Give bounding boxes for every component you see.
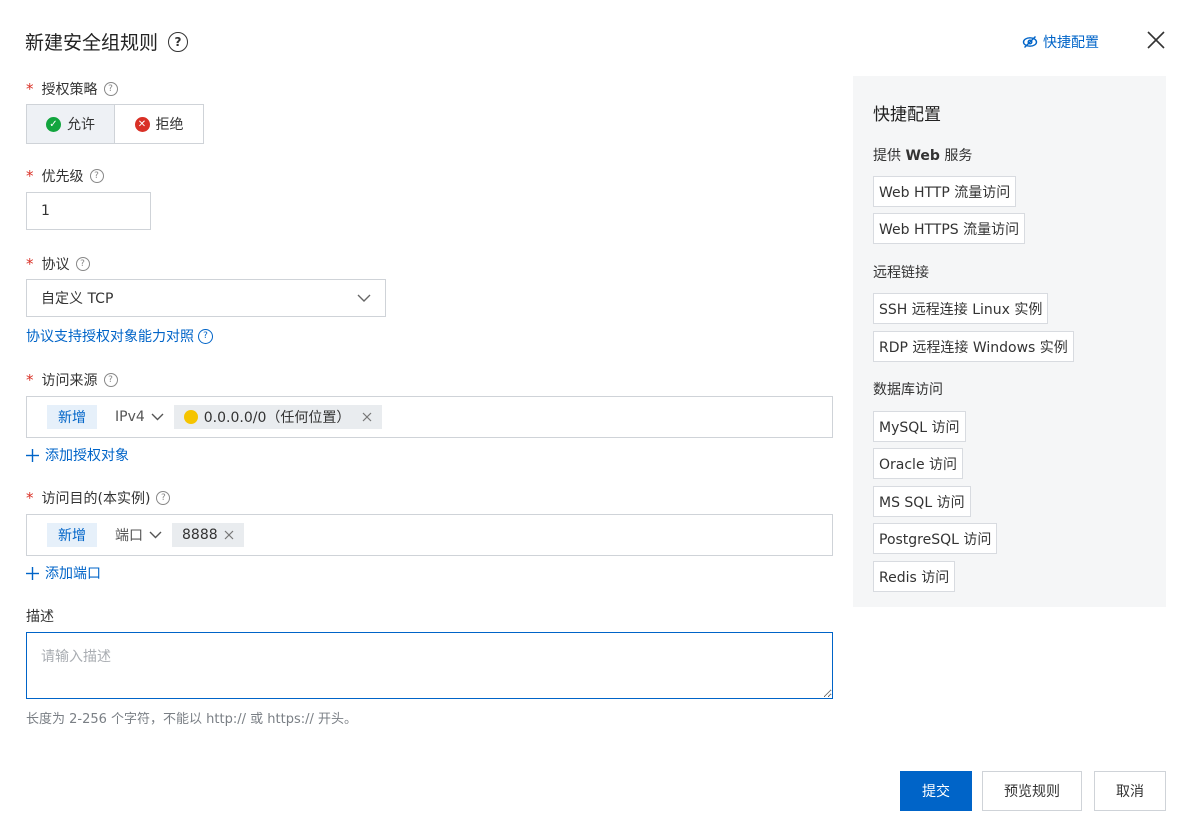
quick-item-mysql[interactable]: MySQL 访问 (873, 411, 966, 442)
destination-type-select[interactable]: 端口 (115, 525, 162, 545)
required-mark: * (26, 255, 34, 273)
destination-type-value: 端口 (115, 528, 143, 544)
protocol-selected-value: 自定义 TCP (41, 291, 114, 307)
quick-item-web-http[interactable]: Web HTTP 流量访问 (873, 176, 1017, 207)
ip-version-value: IPv4 (115, 409, 145, 425)
description-label-text: 描述 (26, 609, 54, 625)
protocol-label-text: 协议 (41, 257, 70, 273)
group-title-suffix: 服务 (939, 148, 973, 164)
policy-deny-button[interactable]: ✕ 拒绝 (115, 105, 203, 143)
protocol-support-link-text: 协议支持授权对象能力对照 (26, 329, 194, 345)
plus-icon (26, 566, 39, 580)
description-textarea[interactable] (26, 632, 833, 699)
required-mark: * (26, 167, 34, 185)
help-icon[interactable]: ? (75, 257, 90, 271)
preview-rules-button[interactable]: 预览规则 (982, 771, 1082, 811)
dialog-title-text: 新建安全组规则 (25, 32, 159, 54)
quick-item-redis[interactable]: Redis 访问 (873, 561, 956, 592)
submit-button[interactable]: 提交 (900, 771, 972, 811)
description-label: 描述 (26, 606, 54, 626)
quick-item-postgresql[interactable]: PostgreSQL 访问 (873, 523, 998, 554)
destination-input-box[interactable]: 新增 端口 8888 (26, 514, 833, 556)
x-circle-icon: ✕ (134, 116, 150, 132)
new-tag: 新增 (47, 405, 97, 429)
policy-deny-label: 拒绝 (155, 117, 184, 133)
required-mark: * (26, 80, 34, 98)
ip-version-select[interactable]: IPv4 (115, 409, 164, 425)
priority-value: 1 (41, 203, 50, 219)
add-port-link[interactable]: 添加端口 (26, 563, 101, 583)
priority-input[interactable]: 1 (26, 192, 151, 230)
group-title-web: 提供 Web 服务 (873, 145, 972, 165)
source-chip: 0.0.0.0/0（任何位置） (173, 405, 383, 429)
group-title-remote: 远程链接 (873, 265, 929, 281)
close-icon[interactable] (224, 530, 234, 540)
help-icon[interactable]: ? (103, 373, 118, 387)
check-circle-icon: ✓ (46, 116, 61, 132)
protocol-select[interactable]: 自定义 TCP (26, 279, 386, 317)
priority-label-text: 优先级 (41, 169, 84, 185)
destination-label: * 访问目的(本实例) ? (26, 488, 171, 508)
quick-item-web-https[interactable]: Web HTTPS 流量访问 (873, 213, 1026, 244)
add-port-link-text: 添加端口 (45, 566, 101, 582)
quick-item-mssql[interactable]: MS SQL 访问 (873, 486, 971, 517)
help-icon[interactable]: ? (168, 31, 189, 52)
chevron-down-icon (151, 413, 164, 421)
group-title-database: 数据库访问 (873, 382, 943, 398)
help-icon[interactable]: ? (103, 82, 118, 96)
close-icon[interactable] (362, 412, 372, 422)
quick-config-panel: 快捷配置 提供 Web 服务 Web HTTP 流量访问 Web HTTPS 流… (853, 76, 1166, 607)
policy-label-text: 授权策略 (41, 82, 98, 98)
chevron-down-icon (149, 531, 162, 539)
description-hint: 长度为 2-256 个字符，不能以 http:// 或 https:// 开头。 (26, 712, 357, 727)
policy-allow-button[interactable]: ✓ 允许 (27, 105, 115, 143)
quick-item-ssh[interactable]: SSH 远程连接 Linux 实例 (873, 293, 1049, 324)
group-title-prefix: 提供 (873, 148, 906, 164)
policy-label: * 授权策略 ? (26, 79, 118, 99)
protocol-label: * 协议 ? (26, 254, 90, 274)
policy-selector: ✓ 允许 ✕ 拒绝 (26, 104, 204, 144)
policy-allow-label: 允许 (67, 117, 95, 133)
required-mark: * (26, 489, 34, 507)
close-icon[interactable] (1145, 29, 1167, 51)
source-label: * 访问来源 ? (26, 370, 118, 390)
quick-config-label: 快捷配置 (1043, 35, 1099, 51)
new-tag: 新增 (47, 523, 97, 547)
quick-config-link[interactable]: 快捷配置 (1022, 32, 1099, 52)
eye-slash-icon (1022, 36, 1038, 48)
help-icon[interactable]: ? (156, 491, 171, 505)
source-input-box[interactable]: 新增 IPv4 0.0.0.0/0（任何位置） (26, 396, 833, 438)
required-mark: * (26, 371, 34, 389)
source-label-text: 访问来源 (41, 373, 98, 389)
help-icon: ? (198, 328, 213, 344)
protocol-support-link[interactable]: 协议支持授权对象能力对照 ? (26, 326, 213, 346)
group-title-bold: Web (905, 148, 940, 164)
add-source-link[interactable]: 添加授权对象 (26, 445, 129, 465)
plus-icon (26, 448, 39, 462)
port-chip: 8888 (172, 523, 244, 547)
quick-item-rdp[interactable]: RDP 远程连接 Windows 实例 (873, 331, 1074, 362)
warning-icon (183, 410, 198, 424)
help-icon[interactable]: ? (89, 169, 104, 183)
chevron-down-icon (357, 294, 371, 302)
destination-label-text: 访问目的(本实例) (41, 491, 151, 507)
add-source-link-text: 添加授权对象 (45, 448, 129, 464)
panel-title: 快捷配置 (873, 105, 941, 125)
priority-label: * 优先级 ? (26, 166, 104, 186)
dialog-title: 新建安全组规则 ? (25, 28, 189, 55)
quick-item-oracle[interactable]: Oracle 访问 (873, 448, 964, 479)
port-chip-text: 8888 (182, 527, 218, 543)
cancel-button[interactable]: 取消 (1094, 771, 1166, 811)
source-chip-text: 0.0.0.0/0（任何位置） (203, 410, 351, 426)
